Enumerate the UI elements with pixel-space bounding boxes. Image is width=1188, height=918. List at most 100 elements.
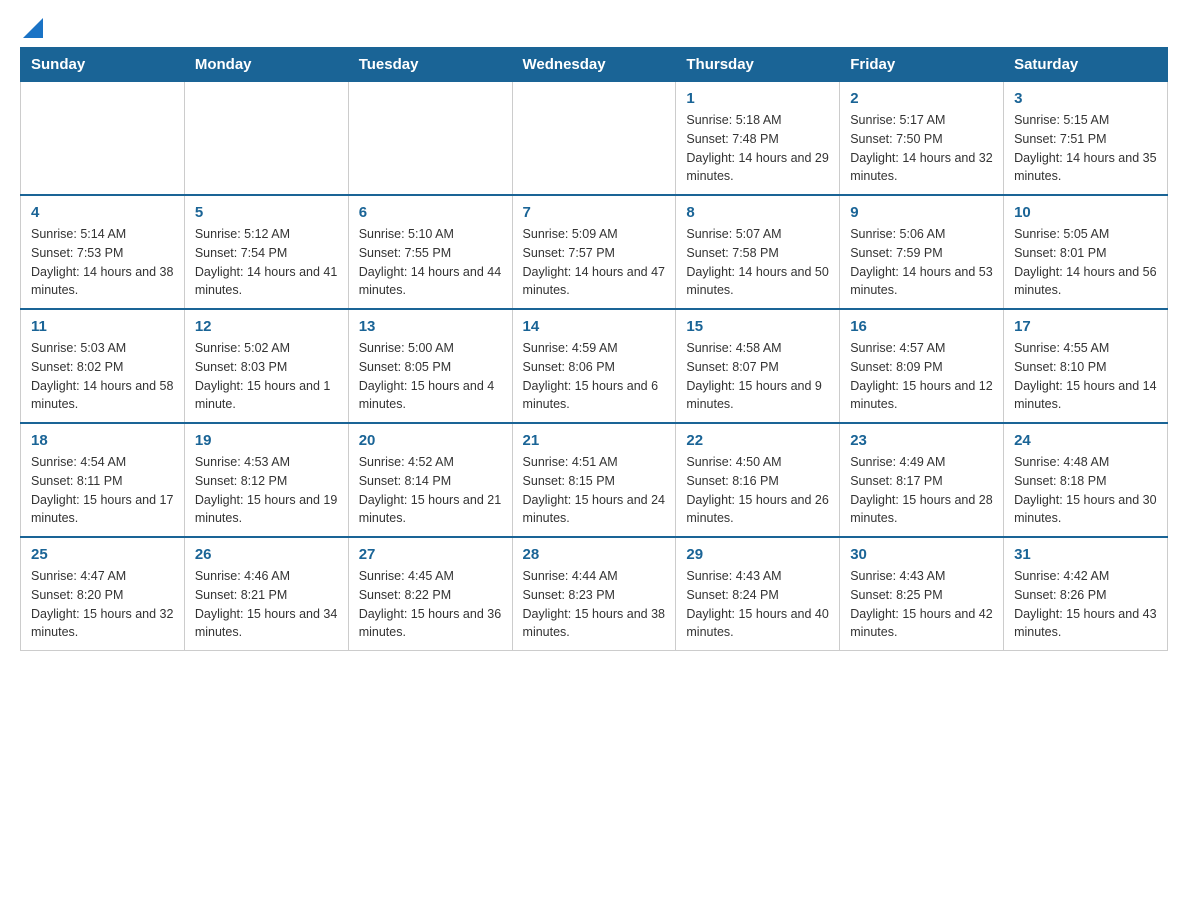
day-info: Sunrise: 5:15 AM Sunset: 7:51 PM Dayligh… — [1014, 111, 1157, 186]
day-info: Sunrise: 5:18 AM Sunset: 7:48 PM Dayligh… — [686, 111, 829, 186]
calendar-day-cell: 19 Sunrise: 4:53 AM Sunset: 8:12 PM Dayli… — [184, 423, 348, 537]
page-header — [20, 20, 1168, 37]
day-number: 11 — [31, 318, 174, 335]
day-number: 14 — [523, 318, 666, 335]
day-number: 29 — [686, 546, 829, 563]
calendar-day-cell: 27 Sunrise: 4:45 AM Sunset: 8:22 PM Dayli… — [348, 537, 512, 651]
calendar-week-row: 1 Sunrise: 5:18 AM Sunset: 7:48 PM Daylig… — [21, 82, 1168, 196]
header-saturday: Saturday — [1004, 48, 1168, 82]
calendar-table: Sunday Monday Tuesday Wednesday Thursday… — [20, 47, 1168, 651]
header-monday: Monday — [184, 48, 348, 82]
day-number: 30 — [850, 546, 993, 563]
day-number: 28 — [523, 546, 666, 563]
day-number: 27 — [359, 546, 502, 563]
calendar-day-cell: 26Sunrise: 4:46 AM Sunset: 8:21 PM Dayli… — [184, 537, 348, 651]
header-thursday: Thursday — [676, 48, 840, 82]
day-info: Sunrise: 4:49 AM Sunset: 8:17 PM Dayligh… — [850, 453, 993, 528]
day-info: Sunrise: 4:48 AM Sunset: 8:18 PM Dayligh… — [1014, 453, 1157, 528]
calendar-header-row: Sunday Monday Tuesday Wednesday Thursday… — [21, 48, 1168, 82]
calendar-day-cell: 18 Sunrise: 4:54 AM Sunset: 8:11 PM Dayli… — [21, 423, 185, 537]
day-info: Sunrise: 4:54 AM Sunset: 8:11 PM Dayligh… — [31, 453, 174, 528]
calendar-day-cell — [184, 82, 348, 196]
calendar-day-cell: 7 Sunrise: 5:09 AM Sunset: 7:57 PM Daylig… — [512, 195, 676, 309]
calendar-week-row: 11 Sunrise: 5:03 AM Sunset: 8:02 PM Dayli… — [21, 309, 1168, 423]
calendar-day-cell: 15 Sunrise: 4:58 AM Sunset: 8:07 PM Dayli… — [676, 309, 840, 423]
day-info: Sunrise: 5:17 AM Sunset: 7:50 PM Dayligh… — [850, 111, 993, 186]
day-info: Sunrise: 5:00 AM Sunset: 8:05 PM Dayligh… — [359, 339, 502, 414]
day-info: Sunrise: 4:58 AM Sunset: 8:07 PM Dayligh… — [686, 339, 829, 414]
day-info: Sunrise: 4:43 AM Sunset: 8:24 PM Dayligh… — [686, 567, 829, 642]
calendar-day-cell: 8 Sunrise: 5:07 AM Sunset: 7:58 PM Daylig… — [676, 195, 840, 309]
day-number: 6 — [359, 204, 502, 221]
calendar-day-cell: 21 Sunrise: 4:51 AM Sunset: 8:15 PM Dayli… — [512, 423, 676, 537]
calendar-day-cell: 31 Sunrise: 4:42 AM Sunset: 8:26 PM Dayli… — [1004, 537, 1168, 651]
calendar-day-cell: 24 Sunrise: 4:48 AM Sunset: 8:18 PM Dayli… — [1004, 423, 1168, 537]
calendar-day-cell: 11 Sunrise: 5:03 AM Sunset: 8:02 PM Dayli… — [21, 309, 185, 423]
day-info: Sunrise: 4:55 AM Sunset: 8:10 PM Dayligh… — [1014, 339, 1157, 414]
calendar-day-cell: 17 Sunrise: 4:55 AM Sunset: 8:10 PM Dayli… — [1004, 309, 1168, 423]
calendar-day-cell: 30 Sunrise: 4:43 AM Sunset: 8:25 PM Dayli… — [840, 537, 1004, 651]
day-number: 17 — [1014, 318, 1157, 335]
header-friday: Friday — [840, 48, 1004, 82]
day-number: 22 — [686, 432, 829, 449]
day-info: Sunrise: 4:45 AM Sunset: 8:22 PM Dayligh… — [359, 567, 502, 642]
day-number: 24 — [1014, 432, 1157, 449]
calendar-week-row: 18 Sunrise: 4:54 AM Sunset: 8:11 PM Dayli… — [21, 423, 1168, 537]
header-tuesday: Tuesday — [348, 48, 512, 82]
day-number: 20 — [359, 432, 502, 449]
day-number: 15 — [686, 318, 829, 335]
calendar-day-cell — [21, 82, 185, 196]
calendar-day-cell: 10 Sunrise: 5:05 AM Sunset: 8:01 PM Dayli… — [1004, 195, 1168, 309]
day-info: Sunrise: 5:10 AM Sunset: 7:55 PM Dayligh… — [359, 225, 502, 300]
day-number: 3 — [1014, 90, 1157, 107]
day-info: Sunrise: 4:42 AM Sunset: 8:26 PM Dayligh… — [1014, 567, 1157, 642]
day-number: 18 — [31, 432, 174, 449]
day-info: Sunrise: 5:12 AM Sunset: 7:54 PM Dayligh… — [195, 225, 338, 300]
day-number: 2 — [850, 90, 993, 107]
day-number: 8 — [686, 204, 829, 221]
day-number: 10 — [1014, 204, 1157, 221]
day-info: Sunrise: 4:52 AM Sunset: 8:14 PM Dayligh… — [359, 453, 502, 528]
day-info: Sunrise: 5:02 AM Sunset: 8:03 PM Dayligh… — [195, 339, 338, 414]
day-number: 19 — [195, 432, 338, 449]
day-info: Sunrise: 4:59 AM Sunset: 8:06 PM Dayligh… — [523, 339, 666, 414]
day-info: Sunrise: 4:53 AM Sunset: 8:12 PM Dayligh… — [195, 453, 338, 528]
calendar-day-cell: 1 Sunrise: 5:18 AM Sunset: 7:48 PM Daylig… — [676, 82, 840, 196]
calendar-day-cell: 22Sunrise: 4:50 AM Sunset: 8:16 PM Dayli… — [676, 423, 840, 537]
calendar-day-cell: 14 Sunrise: 4:59 AM Sunset: 8:06 PM Dayli… — [512, 309, 676, 423]
calendar-day-cell: 20 Sunrise: 4:52 AM Sunset: 8:14 PM Dayli… — [348, 423, 512, 537]
day-number: 4 — [31, 204, 174, 221]
calendar-day-cell: 4Sunrise: 5:14 AM Sunset: 7:53 PM Daylig… — [21, 195, 185, 309]
day-number: 9 — [850, 204, 993, 221]
calendar-day-cell: 2 Sunrise: 5:17 AM Sunset: 7:50 PM Daylig… — [840, 82, 1004, 196]
calendar-week-row: 25 Sunrise: 4:47 AM Sunset: 8:20 PM Dayli… — [21, 537, 1168, 651]
day-info: Sunrise: 4:51 AM Sunset: 8:15 PM Dayligh… — [523, 453, 666, 528]
day-info: Sunrise: 5:03 AM Sunset: 8:02 PM Dayligh… — [31, 339, 174, 414]
day-number: 21 — [523, 432, 666, 449]
day-info: Sunrise: 4:47 AM Sunset: 8:20 PM Dayligh… — [31, 567, 174, 642]
day-info: Sunrise: 5:06 AM Sunset: 7:59 PM Dayligh… — [850, 225, 993, 300]
calendar-day-cell: 23Sunrise: 4:49 AM Sunset: 8:17 PM Dayli… — [840, 423, 1004, 537]
day-number: 7 — [523, 204, 666, 221]
calendar-day-cell: 3 Sunrise: 5:15 AM Sunset: 7:51 PM Daylig… — [1004, 82, 1168, 196]
day-info: Sunrise: 5:05 AM Sunset: 8:01 PM Dayligh… — [1014, 225, 1157, 300]
day-number: 13 — [359, 318, 502, 335]
day-info: Sunrise: 5:09 AM Sunset: 7:57 PM Dayligh… — [523, 225, 666, 300]
calendar-day-cell: 5 Sunrise: 5:12 AM Sunset: 7:54 PM Daylig… — [184, 195, 348, 309]
day-number: 12 — [195, 318, 338, 335]
calendar-day-cell — [348, 82, 512, 196]
day-number: 16 — [850, 318, 993, 335]
day-info: Sunrise: 4:44 AM Sunset: 8:23 PM Dayligh… — [523, 567, 666, 642]
calendar-day-cell: 28 Sunrise: 4:44 AM Sunset: 8:23 PM Dayli… — [512, 537, 676, 651]
day-number: 25 — [31, 546, 174, 563]
day-number: 31 — [1014, 546, 1157, 563]
day-info: Sunrise: 4:43 AM Sunset: 8:25 PM Dayligh… — [850, 567, 993, 642]
logo-triangle-icon — [23, 18, 43, 38]
calendar-day-cell: 16Sunrise: 4:57 AM Sunset: 8:09 PM Dayli… — [840, 309, 1004, 423]
calendar-day-cell: 13 Sunrise: 5:00 AM Sunset: 8:05 PM Dayli… — [348, 309, 512, 423]
header-sunday: Sunday — [21, 48, 185, 82]
day-info: Sunrise: 5:07 AM Sunset: 7:58 PM Dayligh… — [686, 225, 829, 300]
day-number: 1 — [686, 90, 829, 107]
calendar-day-cell: 29 Sunrise: 4:43 AM Sunset: 8:24 PM Dayli… — [676, 537, 840, 651]
day-number: 5 — [195, 204, 338, 221]
